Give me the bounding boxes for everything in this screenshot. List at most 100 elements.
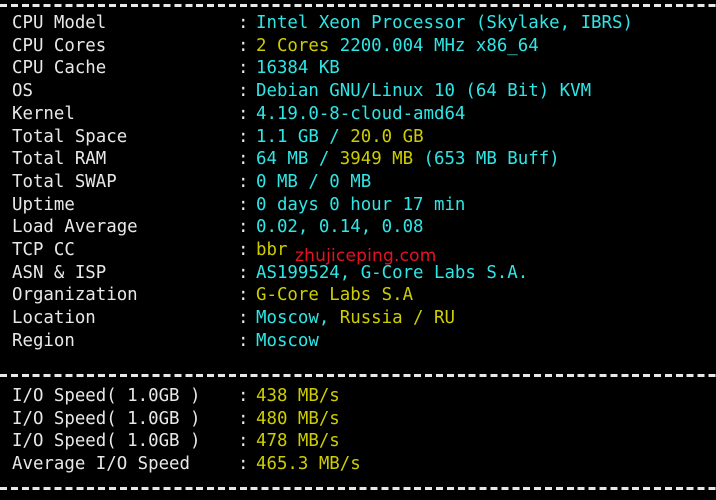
row-colon: :	[238, 330, 249, 351]
row-colon: :	[238, 408, 249, 429]
row-value: Intel Xeon Processor (Skylake, IBRS)	[256, 12, 633, 35]
info-row-uptime: Uptime:0 days 0 hour 17 min	[0, 194, 716, 217]
row-label: CPU Cores	[12, 35, 107, 56]
row-value: 0 MB / 0 MB	[256, 171, 371, 194]
value-segment: 2 Cores	[256, 35, 330, 56]
row-colon: :	[238, 386, 249, 406]
row-label: Uptime	[12, 194, 75, 215]
value-segment: 0 MB / 0 MB	[256, 171, 372, 192]
info-row-i-o-speed-1-0gb-2: I/O Speed( 1.0GB ):480 MB/s	[0, 408, 716, 431]
value-segment: 0 days 0 hour 17 min	[256, 194, 466, 215]
info-row-kernel: Kernel:4.19.0-8-cloud-amd64	[0, 103, 716, 126]
row-label: I/O Speed( 1.0GB )	[12, 408, 201, 429]
row-value: Moscow, Russia / RU	[256, 307, 455, 330]
value-segment: Moscow,	[256, 308, 340, 329]
info-row-load-average: Load Average:0.02, 0.14, 0.08	[0, 216, 716, 239]
info-row-organization: Organization: G-Core Labs S.A	[0, 284, 716, 307]
row-colon: :	[238, 431, 249, 452]
row-value: 16384 KB	[256, 57, 340, 80]
row-label: Average I/O Speed	[12, 454, 190, 475]
row-label: Load Average	[12, 217, 138, 238]
info-row-total-swap: Total SWAP:0 MB / 0 MB	[0, 171, 716, 194]
row-colon: :	[238, 171, 249, 192]
row-value: 2 Cores 2200.004 MHz x86_64	[256, 35, 539, 58]
row-label: ASN & ISP	[12, 262, 107, 283]
row-colon: :	[238, 262, 249, 283]
row-colon: :	[238, 149, 249, 170]
row-value: 1.1 GB / 20.0 GB	[256, 126, 424, 149]
info-row-i-o-speed-1-0gb-1: I/O Speed( 1.0GB ):438 MB/s	[0, 385, 716, 408]
row-colon: :	[238, 58, 249, 79]
info-row-i-o-speed-1-0gb-3: I/O Speed( 1.0GB ):478 MB/s	[0, 430, 716, 453]
row-colon: :	[238, 308, 249, 329]
info-row-location: Location: Moscow, Russia / RU	[0, 307, 716, 330]
value-segment: bbr	[256, 240, 288, 260]
value-segment: /	[329, 126, 351, 147]
separator-bottom	[0, 487, 716, 490]
value-segment: 64 MB	[256, 149, 319, 170]
row-colon: :	[238, 240, 249, 260]
value-segment: (653 MB Buff)	[423, 149, 560, 170]
row-label: Location	[12, 308, 96, 329]
row-colon: :	[238, 285, 249, 306]
row-value: 64 MB / 3949 MB (653 MB Buff)	[256, 148, 560, 171]
row-colon: :	[238, 81, 249, 102]
value-segment: Intel Xeon Processor (Skylake, IBRS)	[256, 13, 633, 33]
value-segment: 20.0 GB	[350, 126, 424, 147]
row-colon: :	[238, 35, 249, 56]
row-label: Total RAM	[12, 149, 107, 170]
row-colon: :	[238, 194, 249, 215]
value-segment: 3949 MB	[339, 149, 424, 170]
row-value: Moscow	[256, 330, 319, 353]
row-value: Debian GNU/Linux 10 (64 Bit) KVM	[256, 80, 591, 103]
row-label: CPU Model	[12, 13, 107, 33]
row-colon: :	[238, 217, 249, 238]
row-value: 465.3 MB/s	[256, 453, 361, 476]
row-label: Organization	[12, 285, 138, 306]
info-row-cpu-cache: CPU Cache:16384 KB	[0, 57, 716, 80]
row-label: Total Space	[12, 126, 128, 147]
row-label: CPU Cache	[12, 58, 107, 79]
row-value: 478 MB/s	[256, 430, 340, 453]
row-label: I/O Speed( 1.0GB )	[12, 386, 201, 406]
value-segment: Debian GNU/Linux 10 (64 Bit) KVM	[256, 81, 592, 102]
row-label: I/O Speed( 1.0GB )	[12, 431, 201, 452]
terminal-output-pane[interactable]: CPU Model: Intel Xeon Processor (Skylake,…	[0, 0, 716, 500]
separator-middle	[0, 374, 716, 377]
value-segment: G-Core Labs S.A	[256, 285, 414, 306]
row-label: Total SWAP	[12, 171, 117, 192]
row-value: bbr	[256, 239, 287, 262]
row-value: 438 MB/s	[256, 385, 340, 408]
row-value: 480 MB/s	[256, 408, 340, 431]
value-segment: 478 MB/s	[256, 431, 340, 452]
site-watermark: zhujiceping.com	[295, 246, 437, 266]
value-segment: Russia / RU	[339, 308, 455, 329]
row-label: Kernel	[12, 103, 75, 124]
value-segment: 0.02, 0.14, 0.08	[256, 217, 424, 238]
info-row-cpu-cores: CPU Cores:2 Cores 2200.004 MHz x86_64	[0, 35, 716, 58]
row-label: Region	[12, 330, 75, 351]
info-row-average-i-o-speed-4: Average I/O Speed:465.3 MB/s	[0, 453, 716, 476]
value-segment: 1.1 GB	[256, 126, 330, 147]
info-row-total-space: Total Space:1.1 GB / 20.0 GB	[0, 126, 716, 149]
row-colon: :	[238, 103, 249, 124]
value-segment: Moscow	[256, 330, 319, 351]
info-row-cpu-model: CPU Model: Intel Xeon Processor (Skylake,…	[0, 12, 716, 35]
row-label: OS	[12, 81, 33, 102]
row-value: G-Core Labs S.A	[256, 284, 413, 307]
row-value: 4.19.0-8-cloud-amd64	[256, 103, 465, 126]
info-row-total-ram: Total RAM:64 MB / 3949 MB (653 MB Buff)	[0, 148, 716, 171]
row-colon: :	[238, 13, 249, 33]
info-row-os: OS: Debian GNU/Linux 10 (64 Bit) KVM	[0, 80, 716, 103]
value-segment: 2200.004 MHz x86_64	[329, 35, 539, 56]
value-segment: /	[318, 149, 340, 170]
row-label: TCP CC	[12, 240, 75, 260]
row-colon: :	[238, 126, 249, 147]
separator-top	[0, 4, 716, 7]
row-value: 0 days 0 hour 17 min	[256, 194, 465, 217]
value-segment: 438 MB/s	[256, 386, 340, 406]
value-segment: 4.19.0-8-cloud-amd64	[256, 103, 466, 124]
value-segment: 16384 KB	[256, 58, 340, 79]
row-value: 0.02, 0.14, 0.08	[256, 216, 424, 239]
row-colon: :	[238, 454, 249, 475]
